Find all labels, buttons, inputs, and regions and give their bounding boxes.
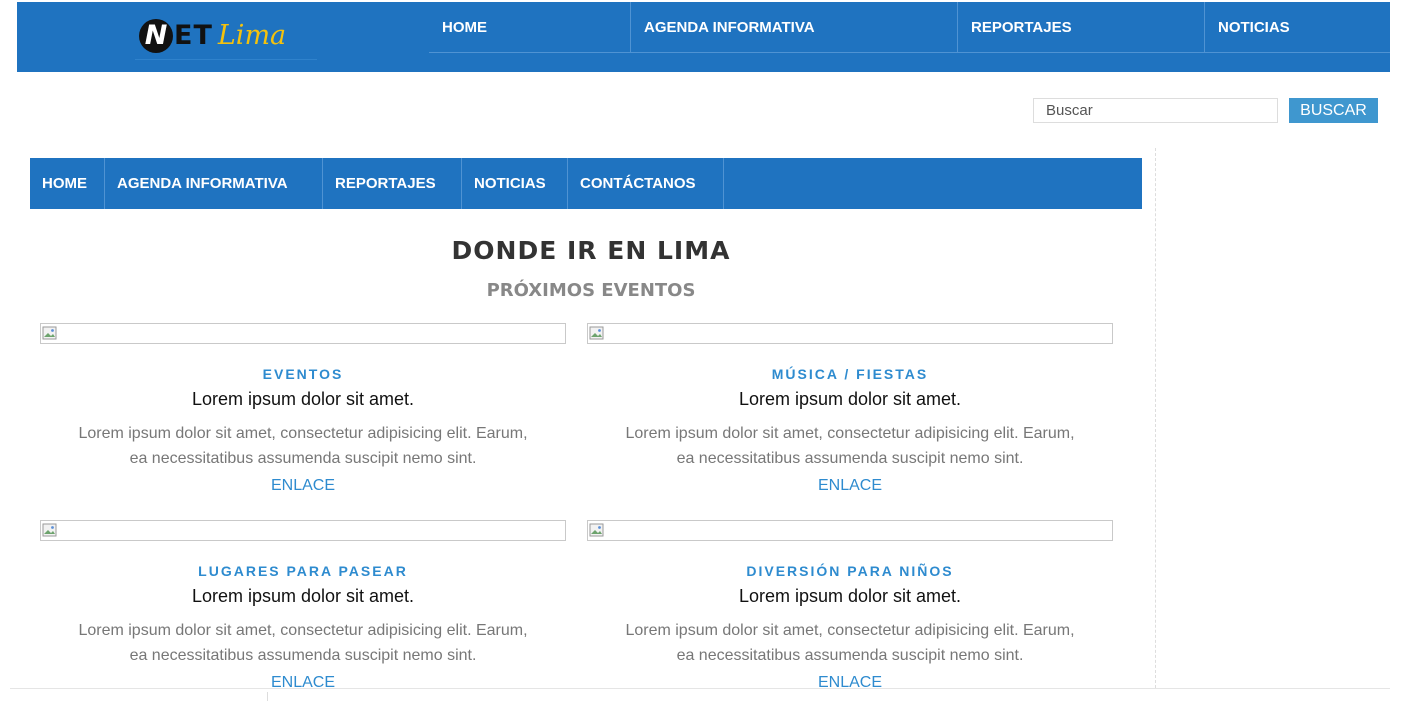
page-title: DONDE IR EN LIMA: [451, 236, 731, 265]
card-link[interactable]: ENLACE: [40, 674, 566, 692]
main-nav-agenda-informativa[interactable]: AGENDA INFORMATIVA: [105, 158, 323, 209]
card-link[interactable]: ENLACE: [587, 674, 1113, 692]
card-link[interactable]: ENLACE: [40, 477, 566, 495]
footer-divider: [10, 688, 1390, 689]
card-description-line: ea necessitatibus assumenda suscipit nem…: [676, 647, 1024, 664]
card-image: [40, 323, 566, 344]
card-link[interactable]: ENLACE: [587, 477, 1113, 495]
card-description-line: Lorem ipsum dolor sit amet, consectetur …: [625, 425, 1075, 442]
card-category: MÚSICA / FIESTAS: [771, 366, 929, 382]
top-nav: HOME AGENDA INFORMATIVA REPORTAJES NOTIC…: [429, 2, 1390, 53]
main-nav-home[interactable]: HOME: [30, 158, 105, 209]
card-description-line: Lorem ipsum dolor sit amet, consectetur …: [78, 425, 528, 442]
sidebar-divider: [1155, 148, 1156, 688]
card-category: DIVERSIÓN PARA NIÑOS: [746, 563, 954, 579]
top-nav-home[interactable]: HOME: [429, 2, 630, 53]
main-nav-contactanos[interactable]: CONTÁCTANOS: [568, 158, 724, 209]
broken-image-icon: [589, 326, 604, 340]
top-nav-agenda-informativa[interactable]: AGENDA INFORMATIVA: [630, 2, 957, 53]
search-button[interactable]: BUSCAR: [1289, 98, 1378, 123]
card-image: [40, 520, 566, 541]
card-title: Lorem ipsum dolor sit amet.: [738, 586, 962, 606]
top-header: N ET Lima HOME AGENDA INFORMATIVA REPORT…: [17, 2, 1390, 72]
card-description: Lorem ipsum dolor sit amet, consectetur …: [40, 618, 566, 668]
card-title: Lorem ipsum dolor sit amet.: [191, 389, 415, 409]
search-input[interactable]: [1033, 98, 1278, 123]
broken-image-icon: [42, 326, 57, 340]
card-description: Lorem ipsum dolor sit amet, consectetur …: [40, 421, 566, 471]
broken-image-icon: [589, 523, 604, 537]
card-category: LUGARES PARA PASEAR: [198, 563, 408, 579]
card-image: [587, 520, 1113, 541]
card-description: Lorem ipsum dolor sit amet, consectetur …: [587, 421, 1113, 471]
main-nav-noticias[interactable]: NOTICIAS: [462, 158, 568, 209]
logo-n-mark: N: [139, 18, 173, 53]
card-title: Lorem ipsum dolor sit amet.: [738, 389, 962, 409]
card-description-line: ea necessitatibus assumenda suscipit nem…: [676, 450, 1024, 467]
card-title: Lorem ipsum dolor sit amet.: [191, 586, 415, 606]
card-description-line: ea necessitatibus assumenda suscipit nem…: [129, 647, 477, 664]
logo-et-text: ET: [174, 20, 213, 51]
card-category: EVENTOS: [262, 366, 344, 382]
top-nav-reportajes[interactable]: REPORTAJES: [957, 2, 1204, 53]
footer-tick: [267, 692, 268, 701]
card-description-line: ea necessitatibus assumenda suscipit nem…: [129, 450, 477, 467]
page-subtitle: PRÓXIMOS EVENTOS: [486, 280, 696, 301]
card-description-line: Lorem ipsum dolor sit amet, consectetur …: [78, 622, 528, 639]
broken-image-icon: [42, 523, 57, 537]
main-nav-reportajes[interactable]: REPORTAJES: [323, 158, 462, 209]
card-description-line: Lorem ipsum dolor sit amet, consectetur …: [625, 622, 1075, 639]
card-image: [587, 323, 1113, 344]
main-nav: HOME AGENDA INFORMATIVA REPORTAJES NOTIC…: [30, 158, 1142, 209]
top-nav-noticias[interactable]: NOTICIAS: [1204, 2, 1390, 53]
logo-lima-text: Lima: [217, 20, 287, 51]
card-description: Lorem ipsum dolor sit amet, consectetur …: [587, 618, 1113, 668]
site-logo[interactable]: N ET Lima: [135, 12, 317, 60]
